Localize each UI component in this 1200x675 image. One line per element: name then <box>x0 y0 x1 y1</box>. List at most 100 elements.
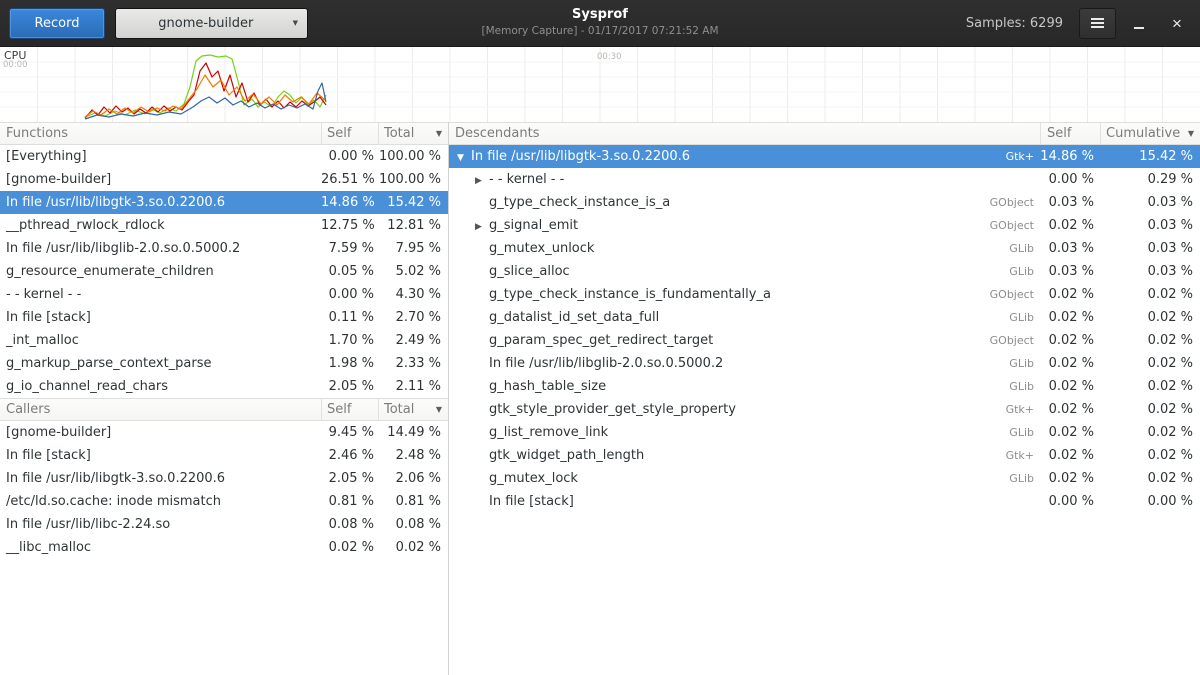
total-column-header[interactable]: Total ▼ <box>378 123 448 144</box>
close-button[interactable]: × <box>1162 8 1192 38</box>
functions-row[interactable]: - - kernel - -0.00 %4.30 % <box>0 283 448 306</box>
expander-open-icon[interactable]: ▼ <box>457 147 471 168</box>
descendants-table-header: Descendants Self Cumulative ▼ <box>449 122 1200 145</box>
record-button[interactable]: Record <box>9 8 105 39</box>
library-badge: GObject <box>968 329 1040 352</box>
function-name: _int_malloc <box>0 329 321 352</box>
self-percent: 0.02 % <box>1040 283 1100 306</box>
functions-table: [Everything]0.00 %100.00 %[gnome-builder… <box>0 145 448 398</box>
self-column-header[interactable]: Self <box>321 123 378 144</box>
descendants-row[interactable]: ▶g_signal_emitGObject0.02 %0.03 % <box>449 214 1200 237</box>
descendant-name: g_list_remove_link <box>489 425 608 440</box>
self-percent: 0.03 % <box>1040 237 1100 260</box>
callers-row[interactable]: /etc/ld.so.cache: inode mismatch0.81 %0.… <box>0 490 448 513</box>
library-badge: GLib <box>968 306 1040 329</box>
descendants-row[interactable]: In file [stack]0.00 %0.00 % <box>449 490 1200 513</box>
descendants-row[interactable]: g_datalist_id_set_data_fullGLib0.02 %0.0… <box>449 306 1200 329</box>
self-percent: 0.00 % <box>1040 490 1100 513</box>
descendants-row[interactable]: ▶- - kernel - -0.00 %0.29 % <box>449 168 1200 191</box>
descendants-column-header[interactable]: Descendants <box>449 123 1040 144</box>
header-right-controls: Samples: 6299 × <box>966 8 1192 39</box>
descendant-name: gtk_widget_path_length <box>489 448 644 463</box>
functions-row[interactable]: In file [stack]0.11 %2.70 % <box>0 306 448 329</box>
descendant-name-cell: g_datalist_id_set_data_full <box>449 306 968 329</box>
cpu-graph-panel[interactable]: CPU 00:00 00:30 <box>0 47 1200 122</box>
callers-row[interactable]: In file [stack]2.46 %2.48 % <box>0 444 448 467</box>
callers-column-header[interactable]: Callers <box>0 399 321 420</box>
self-percent: 0.02 % <box>1040 306 1100 329</box>
descendant-name: g_type_check_instance_is_a <box>489 195 670 210</box>
functions-column-header[interactable]: Functions <box>0 123 321 144</box>
callers-row[interactable]: [gnome-builder]9.45 %14.49 % <box>0 421 448 444</box>
function-name: In file /usr/lib/libc-2.24.so <box>0 513 321 536</box>
total-percent: 2.70 % <box>378 306 448 329</box>
self-column-header[interactable]: Self <box>321 399 378 420</box>
functions-row[interactable]: In file /usr/lib/libgtk-3.so.0.2200.614.… <box>0 191 448 214</box>
descendant-name: g_mutex_lock <box>489 471 578 486</box>
functions-row[interactable]: _int_malloc1.70 %2.49 % <box>0 329 448 352</box>
function-name: - - kernel - - <box>0 283 321 306</box>
callers-row[interactable]: __libc_malloc0.02 %0.02 % <box>0 536 448 559</box>
function-name: In file /usr/lib/libglib-2.0.so.0.5000.2 <box>0 237 321 260</box>
functions-row[interactable]: __pthread_rwlock_rdlock12.75 %12.81 % <box>0 214 448 237</box>
self-percent: 0.02 % <box>1040 214 1100 237</box>
functions-row[interactable]: [gnome-builder]26.51 %100.00 % <box>0 168 448 191</box>
descendants-row[interactable]: g_hash_table_sizeGLib0.02 %0.02 % <box>449 375 1200 398</box>
descendants-row[interactable]: ▼In file /usr/lib/libgtk-3.so.0.2200.6Gt… <box>449 145 1200 168</box>
descendants-row[interactable]: g_mutex_unlockGLib0.03 %0.03 % <box>449 237 1200 260</box>
descendants-row[interactable]: g_type_check_instance_is_aGObject0.03 %0… <box>449 191 1200 214</box>
self-column-header[interactable]: Self <box>1040 123 1100 144</box>
expander-closed-icon[interactable]: ▶ <box>475 216 489 237</box>
total-percent: 15.42 % <box>378 191 448 214</box>
chevron-down-icon: ▼ <box>293 19 298 27</box>
cumulative-percent: 0.02 % <box>1100 421 1200 444</box>
descendant-name-cell: g_type_check_instance_is_fundamentally_a <box>449 283 968 306</box>
descendant-name-cell: In file /usr/lib/libglib-2.0.so.0.5000.2 <box>449 352 968 375</box>
total-column-label: Total <box>384 123 414 144</box>
functions-row[interactable]: g_io_channel_read_chars2.05 %2.11 % <box>0 375 448 398</box>
library-badge: GObject <box>968 214 1040 237</box>
functions-row[interactable]: In file /usr/lib/libglib-2.0.so.0.5000.2… <box>0 237 448 260</box>
total-percent: 2.06 % <box>378 467 448 490</box>
descendant-name: gtk_style_provider_get_style_property <box>489 402 736 417</box>
descendants-row[interactable]: gtk_style_provider_get_style_propertyGtk… <box>449 398 1200 421</box>
functions-row[interactable]: g_markup_parse_context_parse1.98 %2.33 % <box>0 352 448 375</box>
function-name: __libc_malloc <box>0 536 321 559</box>
descendant-name: In file [stack] <box>489 494 574 509</box>
callers-row[interactable]: In file /usr/lib/libgtk-3.so.0.2200.62.0… <box>0 467 448 490</box>
descendant-name-cell: ▶- - kernel - - <box>449 168 968 191</box>
descendants-row[interactable]: g_param_spec_get_redirect_targetGObject0… <box>449 329 1200 352</box>
function-name: g_io_channel_read_chars <box>0 375 321 398</box>
descendants-row[interactable]: g_type_check_instance_is_fundamentally_a… <box>449 283 1200 306</box>
total-column-header[interactable]: Total ▼ <box>378 399 448 420</box>
descendant-name-cell: In file [stack] <box>449 490 968 513</box>
self-percent: 0.05 % <box>321 260 378 283</box>
header-bar: Record gnome-builder ▼ Sysprof [Memory C… <box>0 0 1200 47</box>
cumulative-percent: 0.02 % <box>1100 398 1200 421</box>
functions-row[interactable]: [Everything]0.00 %100.00 % <box>0 145 448 168</box>
descendants-table: ▼In file /usr/lib/libgtk-3.so.0.2200.6Gt… <box>449 145 1200 513</box>
expander-closed-icon[interactable]: ▶ <box>475 170 489 191</box>
minimize-button[interactable] <box>1124 8 1154 38</box>
callers-row[interactable]: In file /usr/lib/libc-2.24.so0.08 %0.08 … <box>0 513 448 536</box>
self-percent: 0.03 % <box>1040 191 1100 214</box>
self-percent: 2.46 % <box>321 444 378 467</box>
right-pane: Descendants Self Cumulative ▼ ▼In file /… <box>449 122 1200 675</box>
menu-button[interactable] <box>1079 8 1116 39</box>
descendant-name-cell: g_mutex_unlock <box>449 237 968 260</box>
self-percent: 0.02 % <box>321 536 378 559</box>
cumulative-percent: 0.03 % <box>1100 260 1200 283</box>
descendants-row[interactable]: g_slice_allocGLib0.03 %0.03 % <box>449 260 1200 283</box>
total-percent: 100.00 % <box>378 145 448 168</box>
functions-row[interactable]: g_resource_enumerate_children0.05 %5.02 … <box>0 260 448 283</box>
descendant-name: g_datalist_id_set_data_full <box>489 310 659 325</box>
sort-indicator-icon: ▼ <box>1188 123 1194 144</box>
descendants-row[interactable]: gtk_widget_path_lengthGtk+0.02 %0.02 % <box>449 444 1200 467</box>
descendants-row[interactable]: g_list_remove_linkGLib0.02 %0.02 % <box>449 421 1200 444</box>
descendant-name: g_param_spec_get_redirect_target <box>489 333 713 348</box>
cumulative-column-header[interactable]: Cumulative ▼ <box>1100 123 1200 144</box>
self-percent: 0.00 % <box>321 283 378 306</box>
process-selector[interactable]: gnome-builder ▼ <box>115 8 308 39</box>
descendants-row[interactable]: g_mutex_lockGLib0.02 %0.02 % <box>449 467 1200 490</box>
descendants-row[interactable]: In file /usr/lib/libglib-2.0.so.0.5000.2… <box>449 352 1200 375</box>
